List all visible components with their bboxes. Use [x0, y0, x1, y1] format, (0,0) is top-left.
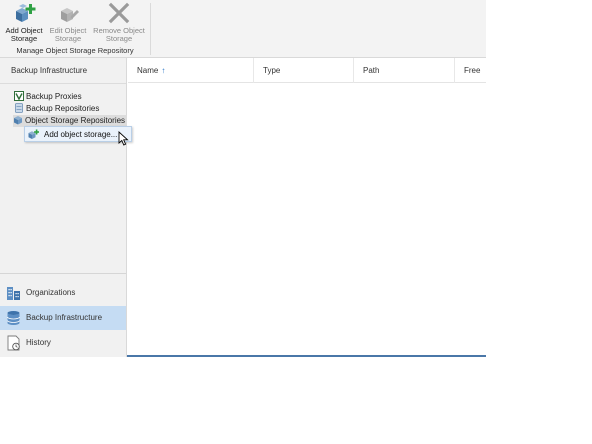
nav-item-backup-infrastructure[interactable]: Backup Infrastructure	[0, 306, 126, 330]
edit-object-storage-label: Edit Object Storage	[49, 26, 87, 43]
column-header-path[interactable]: Path	[354, 58, 455, 83]
column-header-free[interactable]: Free	[455, 58, 486, 83]
column-header-type[interactable]: Type	[254, 58, 354, 83]
nav-item-history[interactable]: History	[0, 331, 126, 355]
nav-item-label: Organizations	[26, 288, 76, 297]
ribbon-group-divider	[150, 3, 151, 55]
app-window: Add Object Storage Edit Object Storage R…	[0, 0, 486, 357]
organizations-icon	[7, 287, 20, 300]
remove-object-storage-button[interactable]: Remove Object Storage	[91, 0, 147, 44]
tree-item-label: Backup Proxies	[26, 92, 82, 101]
status-bar-edge	[127, 355, 486, 357]
nav-item-label: Backup Infrastructure	[26, 313, 103, 322]
tree-item-backup-proxies[interactable]: Backup Proxies	[14, 91, 82, 103]
sort-ascending-icon: ↑	[161, 66, 166, 75]
edit-object-storage-button[interactable]: Edit Object Storage	[46, 0, 90, 44]
nav-divider	[0, 273, 126, 274]
nav-item-label: History	[26, 338, 51, 347]
left-panel-header: Backup Infrastructure	[0, 58, 126, 84]
repository-icon	[15, 103, 23, 113]
add-object-storage-icon	[28, 129, 39, 139]
column-header-name[interactable]: Name ↑	[128, 58, 254, 83]
add-object-storage-button[interactable]: Add Object Storage	[2, 0, 46, 44]
tree-item-backup-repositories[interactable]: Backup Repositories	[14, 103, 99, 115]
history-icon	[7, 335, 20, 351]
table-header: Name ↑ Type Path Free	[128, 58, 486, 83]
table-body	[128, 84, 486, 355]
column-header-label: Type	[263, 66, 281, 75]
mouse-cursor-icon	[118, 131, 129, 146]
context-menu: Add object storage...	[24, 126, 132, 142]
ribbon-toolbar: Add Object Storage Edit Object Storage R…	[0, 0, 486, 58]
nav-item-organizations[interactable]: Organizations	[0, 281, 126, 305]
tree-item-label: Backup Repositories	[26, 104, 100, 113]
edit-object-storage-icon	[61, 8, 79, 22]
add-object-storage-label: Add Object Storage	[5, 26, 43, 43]
add-object-storage-icon	[16, 4, 36, 22]
ribbon-group-label: Manage Object Storage Repository	[16, 46, 134, 55]
database-icon	[7, 311, 20, 325]
column-header-label: Free	[464, 66, 481, 75]
remove-icon	[108, 2, 130, 24]
proxy-icon	[14, 91, 24, 101]
tree-item-label: Object Storage Repositories	[25, 116, 126, 125]
object-storage-icon	[14, 116, 22, 125]
remove-object-storage-label: Remove Object Storage	[93, 26, 145, 43]
column-header-label: Path	[363, 66, 380, 75]
context-menu-add-object-storage[interactable]: Add object storage...	[44, 129, 117, 140]
column-header-label: Name	[137, 66, 159, 75]
left-panel: Backup Infrastructure Backup Proxies Bac…	[0, 58, 128, 357]
